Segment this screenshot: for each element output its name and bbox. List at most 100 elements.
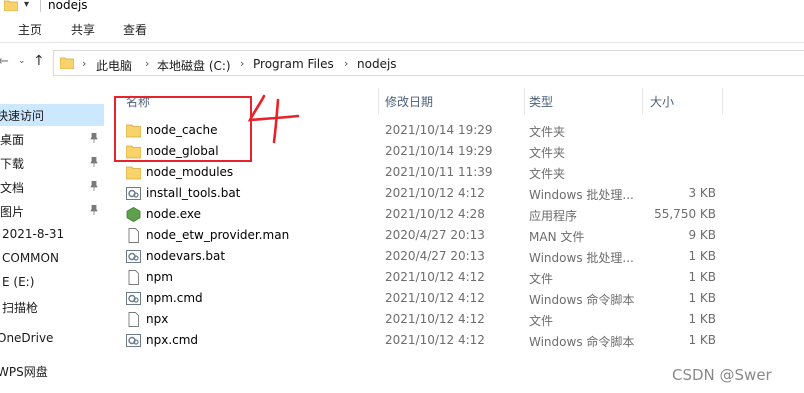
file-name: node.exe xyxy=(146,207,202,221)
ribbon: 主页 共享 查看 xyxy=(0,16,804,43)
nav-item-onedrive[interactable]: OneDrive xyxy=(0,328,104,350)
file-icon xyxy=(128,312,139,327)
nav-item-downloads[interactable]: 下载 xyxy=(0,152,104,174)
file-row[interactable]: npx 2021/10/12 4:12 文件 1 KB xyxy=(108,309,804,330)
watermark: CSDN @Swer xyxy=(672,366,772,384)
title-bar: ▾ nodejs xyxy=(0,0,804,16)
column-divider[interactable] xyxy=(722,88,723,114)
nav-item-pictures[interactable]: 图片 xyxy=(0,200,104,222)
file-row[interactable]: node_modules 2021/10/11 11:39 文件夹 xyxy=(108,162,804,183)
file-date: 2021/10/12 4:12 xyxy=(385,312,485,326)
file-row[interactable]: node_etw_provider.man 2020/4/27 20:13 MA… xyxy=(108,225,804,246)
file-date: 2021/10/11 11:39 xyxy=(385,165,493,179)
folder-icon xyxy=(4,0,18,11)
breadcrumb-this-pc[interactable]: 此电脑 xyxy=(96,57,132,74)
nav-item-label: 快速访问 xyxy=(0,109,45,123)
file-size: 1 KB xyxy=(688,270,716,284)
file-size: 1 KB xyxy=(688,249,716,263)
nav-item-drive-e[interactable]: E (E:) xyxy=(0,272,104,294)
file-size: 1 KB xyxy=(688,312,716,326)
node-exe-icon xyxy=(126,207,141,222)
file-name: npx.cmd xyxy=(146,333,199,347)
nav-item-label: 桌面 xyxy=(0,133,25,147)
breadcrumb-chevron-icon[interactable]: › xyxy=(344,57,348,70)
breadcrumb-program-files[interactable]: Program Files xyxy=(253,57,334,71)
quick-access-dropdown-icon[interactable]: ▾ xyxy=(24,0,29,10)
batch-file-icon xyxy=(126,292,141,305)
back-arrow-icon[interactable]: ← xyxy=(0,54,9,69)
file-row[interactable]: npm.cmd 2021/10/12 4:12 Windows 命令脚本 1 K… xyxy=(108,288,804,309)
nav-item-documents[interactable]: 文档 xyxy=(0,176,104,198)
file-row[interactable]: npx.cmd 2021/10/12 4:12 Windows 命令脚本 1 K… xyxy=(108,330,804,351)
nav-item-label: 2021-8-31 xyxy=(2,227,65,241)
file-size: 1 KB xyxy=(688,333,716,347)
pin-icon xyxy=(90,133,98,143)
file-type: 文件 xyxy=(529,272,554,286)
file-type: 文件夹 xyxy=(529,146,566,160)
file-name: install_tools.bat xyxy=(146,186,241,200)
column-header-label: 修改日期 xyxy=(385,95,434,109)
breadcrumb-local-disk[interactable]: 本地磁盘 (C:) xyxy=(157,57,231,74)
tab-share[interactable]: 共享 xyxy=(71,21,95,38)
file-type: MAN 文件 xyxy=(529,230,585,244)
nav-item-label: COMMON xyxy=(2,251,59,265)
file-type: Windows 命令脚本 xyxy=(529,293,635,307)
file-name: node_modules xyxy=(146,165,234,179)
breadcrumb-chevron-icon[interactable]: › xyxy=(145,57,149,70)
file-name: npm xyxy=(146,270,173,284)
file-name: node_etw_provider.man xyxy=(146,228,290,242)
column-header-date[interactable]: 修改日期 xyxy=(378,86,524,114)
annotation-number-four xyxy=(248,94,300,144)
file-date: 2021/10/12 4:12 xyxy=(385,291,485,305)
file-date: 2021/10/14 19:29 xyxy=(385,144,493,158)
breadcrumb-chevron-icon[interactable]: › xyxy=(82,57,86,70)
title-divider xyxy=(40,0,41,12)
batch-file-icon xyxy=(126,250,141,263)
nav-item-2021-8-31[interactable]: 2021-8-31 xyxy=(0,224,104,246)
file-size: 9 KB xyxy=(688,228,716,242)
file-icon xyxy=(128,228,139,243)
file-date: 2020/4/27 20:13 xyxy=(385,228,485,242)
column-header-size[interactable]: 大小 xyxy=(642,86,722,114)
nav-item-desktop[interactable]: 桌面 xyxy=(0,128,104,150)
file-size: 1 KB xyxy=(688,291,716,305)
nav-item-label: WPS网盘 xyxy=(0,365,48,379)
file-date: 2020/4/27 20:13 xyxy=(385,249,485,263)
nav-item-label: E (E:) xyxy=(2,275,35,289)
batch-file-icon xyxy=(126,334,141,347)
file-row[interactable]: node.exe 2021/10/12 4:28 应用程序 55,750 KB xyxy=(108,204,804,225)
file-type: 文件夹 xyxy=(529,167,566,181)
file-date: 2021/10/12 4:12 xyxy=(385,333,485,347)
file-size: 55,750 KB xyxy=(654,207,716,221)
up-arrow-icon[interactable]: ↑ xyxy=(33,53,45,69)
breadcrumb-nodejs[interactable]: nodejs xyxy=(357,57,397,71)
pin-icon xyxy=(90,181,98,191)
navigation-pane: 快速访问 桌面 下载 文档 图片 2021-8-31 COMMON E (E:)… xyxy=(0,86,108,393)
batch-file-icon xyxy=(126,187,141,200)
breadcrumb-chevron-icon[interactable]: › xyxy=(240,57,244,70)
file-type: Windows 批处理... xyxy=(529,251,634,265)
nav-item-label: 扫描枪 xyxy=(2,301,39,315)
recent-locations-chevron-icon[interactable]: ⌄ xyxy=(18,56,26,66)
file-row[interactable]: npm 2021/10/12 4:12 文件 1 KB xyxy=(108,267,804,288)
file-icon xyxy=(128,270,139,285)
file-row[interactable]: install_tools.bat 2021/10/12 4:12 Window… xyxy=(108,183,804,204)
address-bar-row: ← ⌄ ↑ › 此电脑 › 本地磁盘 (C:) › Program Files … xyxy=(0,48,804,78)
file-date: 2021/10/12 4:28 xyxy=(385,207,485,221)
nav-item-quick-access[interactable]: 快速访问 xyxy=(0,104,104,126)
file-size: 3 KB xyxy=(688,186,716,200)
tab-home[interactable]: 主页 xyxy=(18,21,42,38)
file-date: 2021/10/12 4:12 xyxy=(385,270,485,284)
tab-view[interactable]: 查看 xyxy=(123,21,147,38)
annotation-highlight-box xyxy=(114,96,252,162)
nav-item-scanner[interactable]: 扫描枪 xyxy=(0,296,104,318)
file-type: 文件 xyxy=(529,314,554,328)
nav-item-label: OneDrive xyxy=(0,331,54,345)
folder-icon xyxy=(60,57,74,69)
address-box[interactable]: › 此电脑 › 本地磁盘 (C:) › Program Files › node… xyxy=(53,50,804,76)
file-type: Windows 命令脚本 xyxy=(529,335,635,349)
nav-item-common[interactable]: COMMON xyxy=(0,248,104,270)
column-header-type[interactable]: 类型 xyxy=(524,86,642,114)
nav-item-wps-drive[interactable]: WPS网盘 xyxy=(0,360,104,382)
file-row[interactable]: nodevars.bat 2020/4/27 20:13 Windows 批处理… xyxy=(108,246,804,267)
